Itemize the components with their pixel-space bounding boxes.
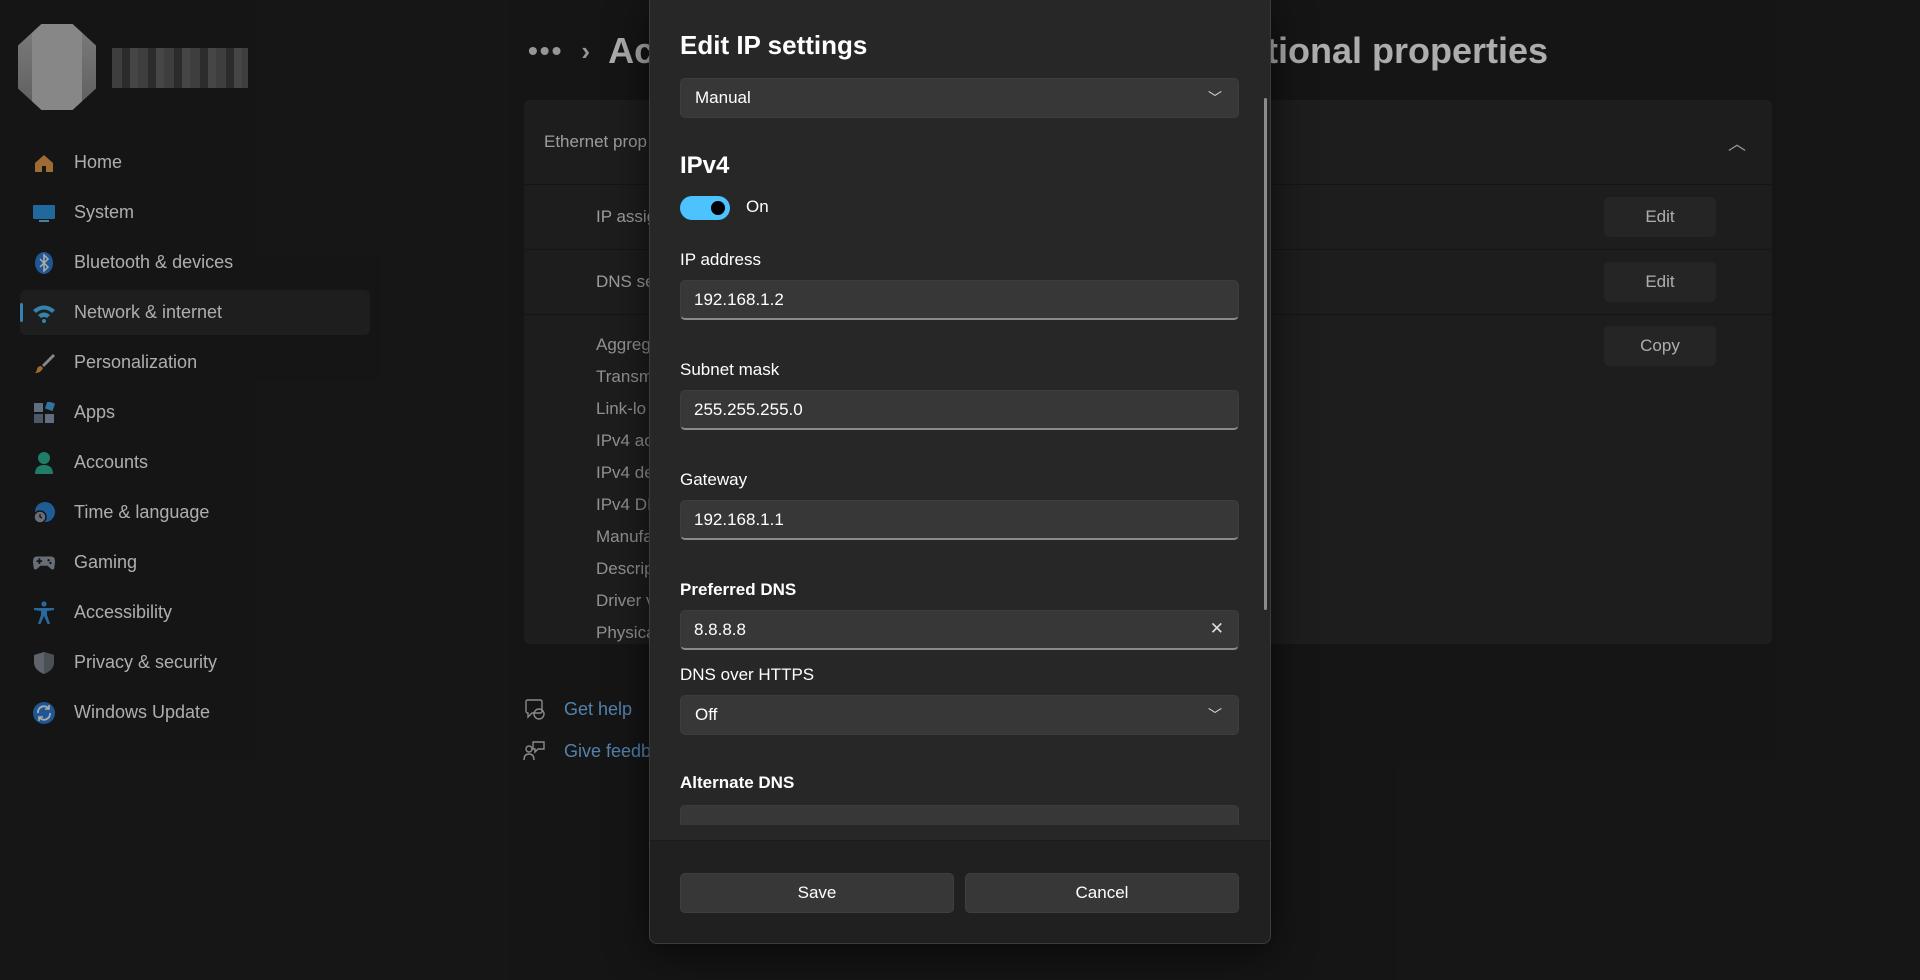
dns-over-https-label: DNS over HTTPS <box>680 665 815 684</box>
subnet-mask-value: 255.255.255.0 <box>694 399 803 419</box>
dialog-scrollbar[interactable] <box>1264 98 1267 610</box>
gateway-field[interactable]: 192.168.1.1 <box>680 500 1239 540</box>
chevron-down-icon: ﹀ <box>1208 90 1222 106</box>
gateway-value: 192.168.1.1 <box>694 509 784 529</box>
alternate-dns-field[interactable] <box>680 805 1239 825</box>
save-button[interactable]: Save <box>680 873 954 913</box>
ip-address-field[interactable]: 192.168.1.2 <box>680 280 1239 320</box>
clear-icon[interactable]: ✕ <box>1210 619 1224 639</box>
dialog-footer: Save Cancel <box>650 840 1270 943</box>
dialog-content: Edit IP settings Manual ﹀ IPv4 On IP add… <box>650 0 1270 840</box>
preferred-dns-field[interactable]: 8.8.8.8 ✕ <box>680 610 1239 650</box>
ipv4-heading: IPv4 <box>680 152 730 179</box>
dns-over-https-select[interactable]: Off ﹀ <box>680 695 1239 735</box>
ip-mode-select[interactable]: Manual ﹀ <box>680 78 1239 118</box>
preferred-dns-value: 8.8.8.8 <box>694 619 746 639</box>
edit-ip-settings-dialog: Edit IP settings Manual ﹀ IPv4 On IP add… <box>649 0 1271 944</box>
gateway-label: Gateway <box>680 470 748 489</box>
ip-address-value: 192.168.1.2 <box>694 289 784 309</box>
preferred-dns-label: Preferred DNS <box>680 580 797 599</box>
alternate-dns-label: Alternate DNS <box>680 773 795 792</box>
subnet-mask-label: Subnet mask <box>680 360 780 379</box>
dialog-title: Edit IP settings <box>680 30 868 60</box>
ip-mode-value: Manual <box>695 88 751 107</box>
chevron-down-icon: ﹀ <box>1208 707 1222 723</box>
dns-over-https-value: Off <box>695 705 718 724</box>
ipv4-toggle[interactable] <box>680 196 730 220</box>
ipv4-toggle-label: On <box>746 197 769 216</box>
subnet-mask-field[interactable]: 255.255.255.0 <box>680 390 1239 430</box>
cancel-button[interactable]: Cancel <box>965 873 1239 913</box>
ip-address-label: IP address <box>680 250 761 269</box>
